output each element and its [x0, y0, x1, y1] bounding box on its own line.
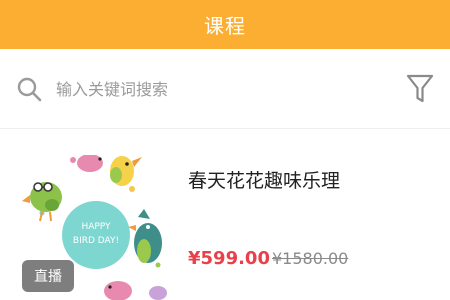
app-header: 课程: [0, 0, 450, 49]
course-card[interactable]: HAPPY BIRD DAY! 直播 春天花花趣味乐理 ¥599.00 ¥158…: [0, 130, 450, 300]
search-bar: [0, 49, 450, 129]
page-title: 课程: [204, 14, 246, 38]
course-price: ¥599.00: [188, 248, 270, 269]
search-input[interactable]: [56, 76, 376, 102]
course-thumbnail[interactable]: HAPPY BIRD DAY! 直播: [18, 155, 170, 300]
svg-text:HAPPY: HAPPY: [81, 222, 111, 232]
course-original-price: ¥1580.00: [272, 249, 349, 268]
filter-icon[interactable]: [406, 73, 434, 105]
course-title[interactable]: 春天花花趣味乐理: [188, 166, 340, 193]
svg-text:BIRD DAY!: BIRD DAY!: [73, 236, 119, 246]
search-icon[interactable]: [16, 76, 42, 102]
live-badge: 直播: [22, 260, 74, 292]
